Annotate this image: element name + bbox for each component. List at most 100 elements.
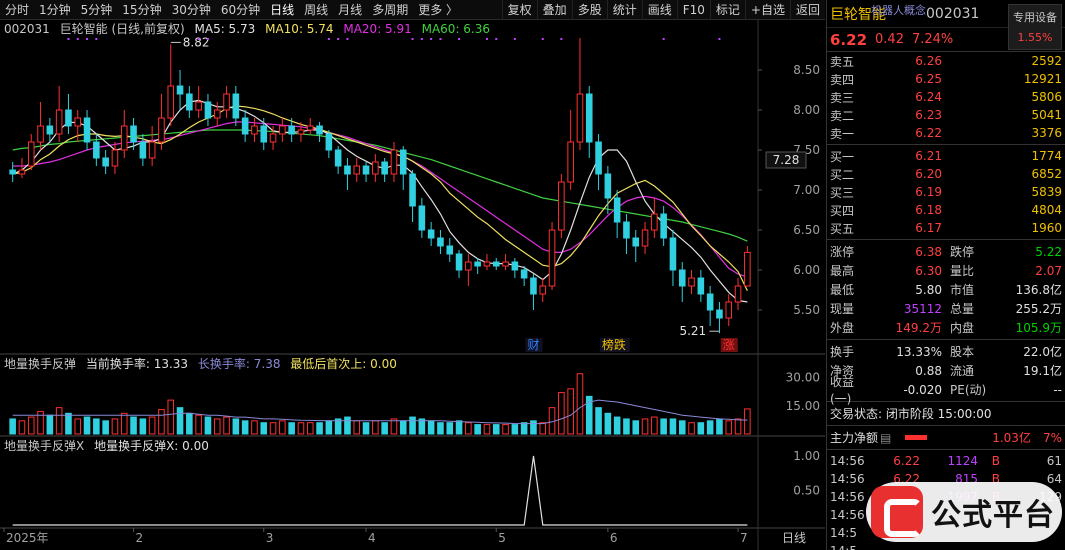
stat-label: 内盘: [950, 321, 975, 335]
signal-tick-label: 1.00: [793, 449, 820, 463]
period-tab[interactable]: 分时: [0, 0, 34, 20]
stat-label: 收益(一): [830, 374, 855, 406]
asks-row[interactable]: 卖四 6.25 12921: [827, 70, 1065, 88]
candle-body: [502, 261, 509, 267]
bids-label: 买三: [830, 185, 855, 200]
candle-body: [520, 269, 528, 279]
bids-row[interactable]: 买三 6.19 5839: [827, 183, 1065, 201]
turnover-bar: [18, 420, 26, 435]
asks-price: 6.26: [915, 54, 942, 68]
period-tab[interactable]: 周线: [299, 0, 333, 20]
turnover-bar: [604, 412, 612, 435]
bids-row[interactable]: 买四 6.18 4804: [827, 201, 1065, 219]
quote-stock-code: 002031: [926, 5, 980, 22]
candle-body: [316, 125, 323, 135]
candle-body: [567, 141, 574, 183]
period-tab[interactable]: 月线: [333, 0, 367, 20]
toolbar-button[interactable]: F10: [676, 0, 710, 20]
period-tab[interactable]: 30分钟: [167, 0, 216, 20]
turnover-bar: [455, 420, 463, 435]
stat-row: 最高 6.30 量比 2.07: [827, 261, 1065, 280]
period-tab[interactable]: 多周期: [367, 0, 413, 20]
turnover-bar: [148, 416, 156, 435]
signal-dot: [67, 38, 70, 40]
turnover-bar: [102, 420, 109, 435]
period-tab[interactable]: 更多 〉: [413, 0, 463, 20]
chart-area[interactable]: 分时 1分钟 5分钟 15分钟 30分钟 60分钟 日线 周线 月线 多周期 更多 〉 复权 叠加 多股…: [0, 0, 825, 550]
toolbar-button[interactable]: 多股: [571, 0, 607, 20]
candle-body: [139, 141, 147, 159]
asks-row[interactable]: 卖二 6.23 5041: [827, 106, 1065, 124]
turnover-bar: [204, 416, 212, 435]
price-tick-label: 5.50: [793, 303, 820, 317]
candle-body: [427, 229, 435, 239]
toolbar-button[interactable]: 返回: [789, 0, 825, 20]
stat-value: 105.9万: [1015, 321, 1062, 335]
turnover-bar: [27, 416, 35, 435]
asks-price: 6.24: [915, 90, 942, 104]
stat-value: 35112: [903, 301, 942, 316]
x-tick-label: 3: [266, 531, 274, 545]
period-tab[interactable]: 60分钟: [216, 0, 265, 20]
signal-dot: [485, 38, 488, 40]
turnover-bar: [734, 418, 742, 435]
toolbar-button[interactable]: +自选: [744, 0, 790, 20]
turnover-bar: [716, 418, 723, 435]
asks-row[interactable]: 卖三 6.24 5806: [827, 88, 1065, 106]
turnover-bar: [279, 420, 286, 435]
stat-label: 市值: [950, 283, 975, 297]
asks-row[interactable]: 卖五 6.26 2592: [827, 52, 1065, 70]
turnover-bar: [9, 418, 16, 435]
candle-body: [623, 221, 630, 239]
kline-chart[interactable]: 8.508.007.507.006.506.005.507.288.825.21…: [0, 20, 825, 550]
net-flow-icon[interactable]: ▤: [880, 431, 891, 445]
turnover-bar: [520, 422, 528, 435]
candle-body: [130, 125, 137, 143]
turnover-bar: [502, 424, 509, 435]
concept-tag[interactable]: 机器人概念: [871, 2, 926, 18]
toolbar-button[interactable]: 叠加: [536, 0, 572, 20]
signal-dot: [95, 38, 98, 40]
period-tab[interactable]: 15分钟: [117, 0, 166, 20]
asks-price: 6.22: [915, 126, 942, 140]
candle-body: [65, 109, 72, 127]
toolbar-button[interactable]: 复权: [501, 0, 537, 20]
bids-volume: 1960: [1031, 221, 1062, 235]
net-flow-pct: 7%: [1042, 430, 1062, 445]
trade-time: 14:56: [830, 472, 865, 486]
turnover-bar: [660, 418, 667, 435]
toolbar-button[interactable]: 标记: [709, 0, 745, 20]
turnover-bar: [167, 399, 175, 435]
bids-row[interactable]: 买二 6.20 6852: [827, 165, 1065, 183]
sector-box[interactable]: 专用设备 1.55%: [1008, 4, 1062, 50]
period-tab[interactable]: 1分钟: [34, 0, 76, 20]
stat-label: 跌停: [950, 245, 975, 259]
bids-row[interactable]: 买五 6.17 1960: [827, 219, 1065, 237]
turnover-bar: [55, 407, 63, 435]
trade-status: 交易状态: 闭市阶段 15:00:00: [827, 404, 1065, 423]
turnover-bar: [362, 422, 370, 435]
signal-dot: [718, 38, 721, 40]
bids-volume: 1774: [1031, 149, 1062, 163]
stat-value: 5.22: [1035, 244, 1062, 259]
candle-body: [437, 237, 444, 247]
turnover-bar: [232, 418, 240, 435]
candle-body: [744, 251, 751, 287]
candle-body: [279, 125, 286, 135]
turnover-bar: [530, 420, 537, 435]
candle-body: [688, 277, 695, 287]
bids-price: 6.21: [915, 149, 942, 163]
asks-row[interactable]: 卖一 6.22 3376: [827, 124, 1065, 142]
bids-row[interactable]: 买一 6.21 1774: [827, 147, 1065, 165]
candle-body: [269, 133, 277, 143]
turnover-bar: [176, 407, 184, 435]
asks-label: 卖二: [830, 108, 855, 123]
toolbar-button[interactable]: 统计: [606, 0, 642, 20]
trade-row: 14:56 6.22 1124 B 61: [827, 452, 1065, 470]
period-tab[interactable]: 日线: [265, 0, 299, 20]
turnover-bar: [83, 416, 91, 435]
turnover-bar: [139, 418, 147, 435]
asks-label: 卖一: [830, 126, 855, 141]
toolbar-button[interactable]: 画线: [641, 0, 677, 20]
period-tab[interactable]: 5分钟: [76, 0, 118, 20]
